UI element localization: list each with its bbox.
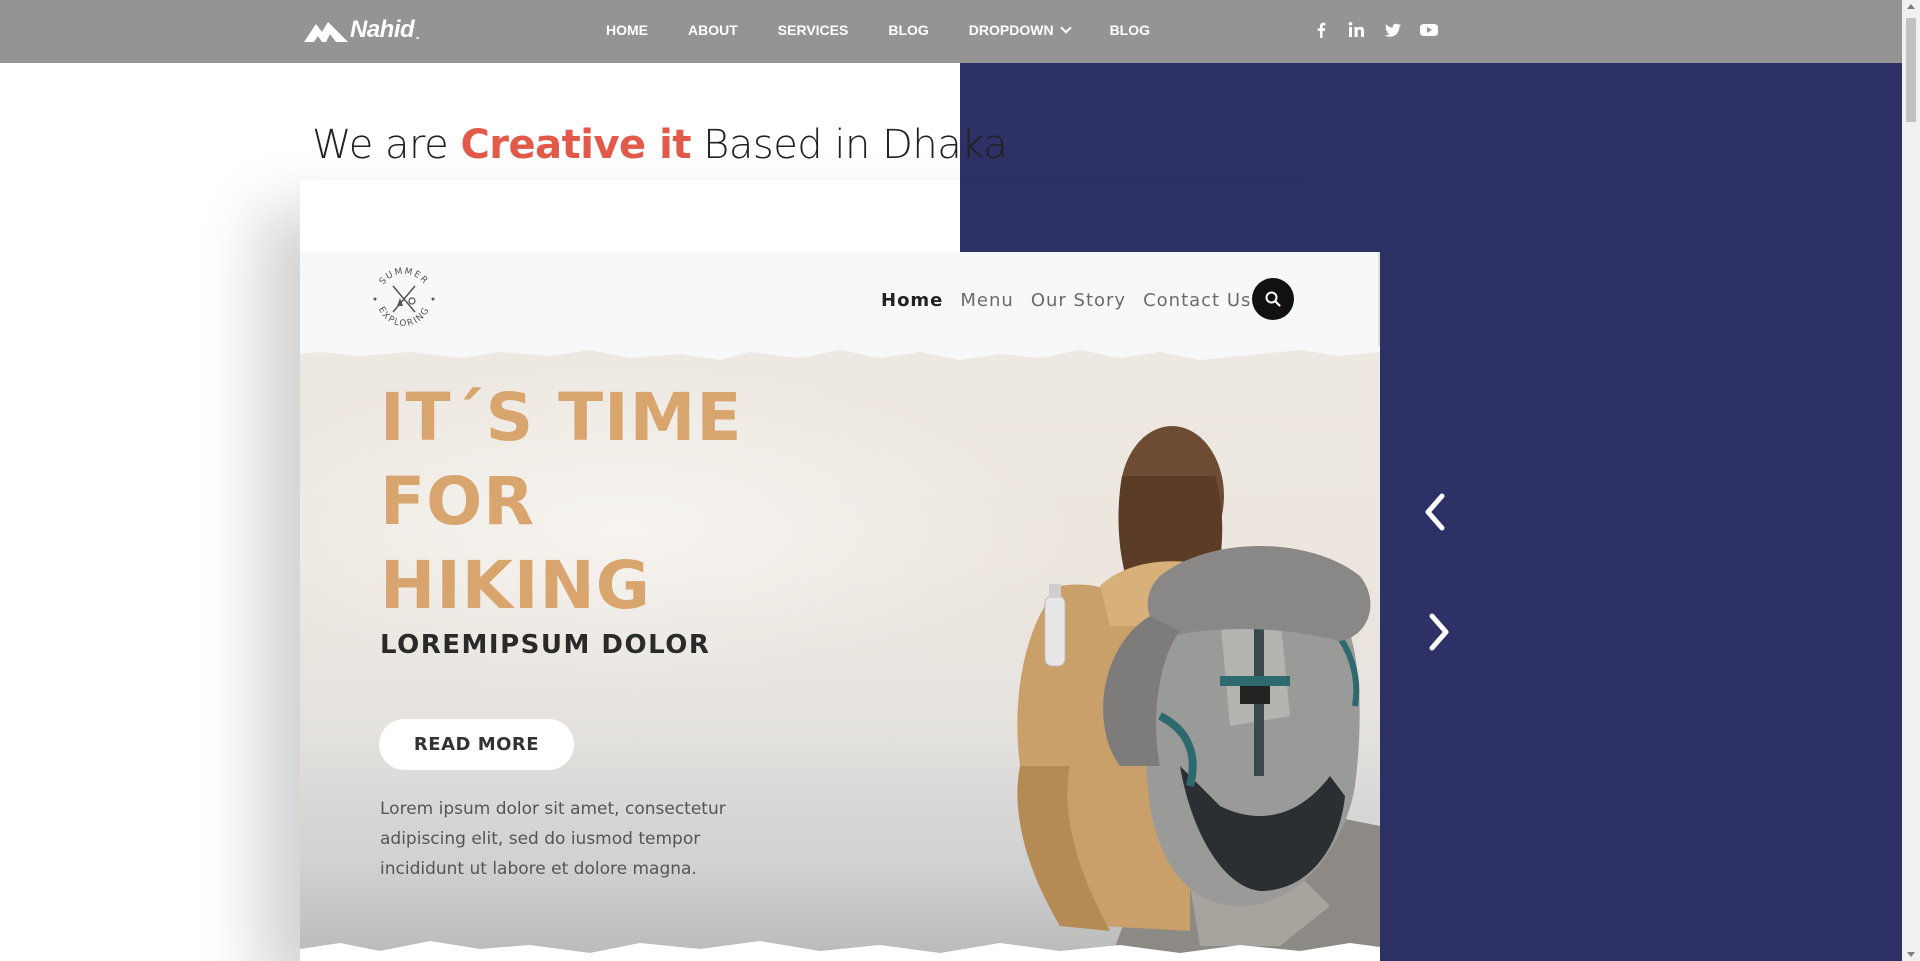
- brand-name: Nahid: [350, 16, 415, 43]
- hero-title-line-1: IT´S TIME: [380, 379, 743, 456]
- nav-dropdown[interactable]: DROPDOWN: [968, 22, 1072, 38]
- hero-title: IT´S TIME FOR HIKING: [380, 376, 742, 628]
- scroll-up-arrow-icon[interactable]: [1907, 4, 1915, 9]
- hero-subtitle: LOREMIPSUM DOLOR: [380, 630, 711, 660]
- torn-paper-bottom: [300, 941, 1380, 961]
- nav-services[interactable]: SERVICES: [778, 22, 849, 38]
- nav-home-label: HOME: [606, 22, 648, 38]
- brand-suffix: .: [416, 26, 420, 42]
- hero-title-line-3: HIKING: [380, 547, 651, 624]
- torn-paper-top: [300, 346, 1380, 360]
- slide-card-top-overlay: [960, 180, 1380, 252]
- slide-search-button[interactable]: [1252, 278, 1294, 320]
- hero-title-line-2: FOR: [380, 463, 536, 540]
- slide-nav-menu[interactable]: Menu: [960, 290, 1013, 311]
- facebook-icon[interactable]: [1310, 19, 1332, 41]
- slide-nav-home[interactable]: Home: [881, 290, 943, 311]
- nav-about-label: ABOUT: [688, 22, 738, 38]
- nav-home[interactable]: HOME: [606, 22, 648, 38]
- page-headline: We are Creative it Based in Dhaka: [312, 122, 1008, 168]
- search-icon: [1265, 291, 1281, 307]
- headline-suffix: Based in Dhaka: [690, 122, 1008, 168]
- brand-logo[interactable]: Nahid .: [304, 16, 420, 44]
- hero-body-text: Lorem ipsum dolor sit amet, consectetur …: [380, 799, 726, 879]
- linkedin-icon[interactable]: [1346, 19, 1368, 41]
- slide-nav-our-story[interactable]: Our Story: [1031, 290, 1126, 311]
- top-navbar: Nahid . HOME ABOUT SERVICES BLOG DROPDOW…: [0, 0, 1902, 63]
- nav-about[interactable]: ABOUT: [688, 22, 738, 38]
- social-links: [1310, 19, 1440, 41]
- svg-text:SUMMER: SUMMER: [378, 267, 430, 287]
- nav-blog[interactable]: BLOG: [888, 22, 928, 38]
- summer-exploring-badge-icon: SUMMER EXPLORING: [373, 267, 435, 329]
- nav-blog-label: BLOG: [888, 22, 929, 38]
- scroll-thumb[interactable]: [1906, 18, 1916, 122]
- mountain-logo-icon: [304, 22, 348, 42]
- headline-prefix: We are: [312, 122, 461, 168]
- svg-text:EXPLORING: EXPLORING: [376, 305, 432, 329]
- nav-blog-2[interactable]: BLOG: [1110, 22, 1150, 38]
- nav-services-label: SERVICES: [777, 22, 849, 38]
- scroll-down-arrow-icon[interactable]: [1907, 952, 1915, 957]
- slide-hero: IT´S TIME FOR HIKING LOREMIPSUM DOLOR RE…: [300, 346, 1380, 961]
- read-more-button[interactable]: READ MORE: [379, 719, 574, 770]
- slide-nav-contact-us[interactable]: Contact Us: [1143, 290, 1251, 311]
- youtube-icon[interactable]: [1418, 19, 1440, 41]
- nav-blog-2-label: BLOG: [1109, 22, 1151, 38]
- main-nav: HOME ABOUT SERVICES BLOG DROPDOWN BLOG: [606, 22, 1190, 38]
- headline-accent: Creative it: [460, 122, 691, 168]
- slide-site-nav: Home Menu Our Story Contact Us: [881, 290, 1251, 311]
- page-scrollbar[interactable]: [1902, 0, 1920, 961]
- chevron-down-icon: [1059, 22, 1072, 34]
- twitter-icon[interactable]: [1382, 19, 1404, 41]
- hiker-illustration: [1017, 426, 1380, 961]
- carousel-next-arrow-icon[interactable]: [1424, 610, 1454, 654]
- nav-dropdown-label: DROPDOWN: [968, 22, 1054, 38]
- slide-card-top: [300, 180, 960, 252]
- carousel-prev-arrow-icon[interactable]: [1420, 490, 1450, 534]
